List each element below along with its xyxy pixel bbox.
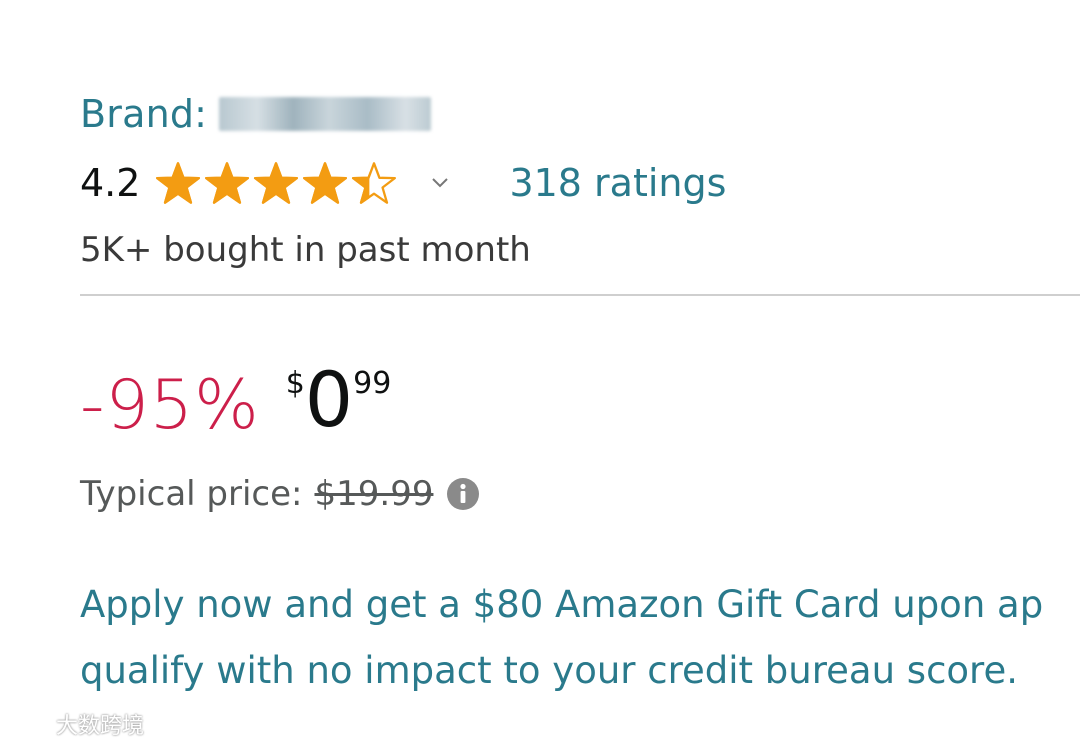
star-icon: [205, 162, 250, 204]
ratings-count-link[interactable]: 318 ratings: [509, 161, 726, 205]
typical-price-row: Typical price: $19.99: [80, 474, 481, 514]
price-currency-symbol: $: [285, 366, 305, 401]
typical-price-value: $19.99: [314, 474, 434, 514]
product-summary: Brand: 4.2 318 ratings 5K+ bought in pas…: [80, 0, 1080, 744]
brand-label: Brand:: [80, 92, 208, 136]
price-whole: 0: [304, 355, 354, 444]
brand-row: Brand:: [80, 92, 432, 136]
brand-name-redacted[interactable]: [219, 97, 432, 131]
star-rating[interactable]: [154, 161, 399, 205]
info-icon[interactable]: [445, 476, 481, 512]
watermark-text: 大数跨境: [56, 714, 145, 739]
promo-line-2[interactable]: qualify with no impact to your credit bu…: [80, 638, 1080, 704]
rating-value: 4.2: [80, 161, 141, 205]
chevron-down-icon[interactable]: [429, 172, 451, 194]
star-icon: [303, 162, 348, 204]
rating-row: 4.2 318 ratings: [80, 160, 726, 206]
typical-price-label: Typical price:: [80, 474, 303, 514]
watermark-logo-icon: [8, 713, 52, 735]
discount-percentage: -95%: [80, 366, 260, 445]
watermark: 大数跨境: [8, 708, 144, 740]
star-icon: [156, 162, 201, 204]
divider: [80, 294, 1080, 296]
price-fraction: 99: [353, 366, 392, 401]
price-row: -95% $ 0 99: [80, 356, 392, 446]
current-price: $ 0 99: [286, 356, 392, 438]
star-icon: [254, 162, 299, 204]
star-icon: [352, 162, 397, 204]
promo-line-1[interactable]: Apply now and get a $80 Amazon Gift Card…: [80, 572, 1080, 638]
bought-in-past-month: 5K+ bought in past month: [80, 230, 531, 270]
credit-card-promo[interactable]: Apply now and get a $80 Amazon Gift Card…: [80, 572, 1080, 704]
